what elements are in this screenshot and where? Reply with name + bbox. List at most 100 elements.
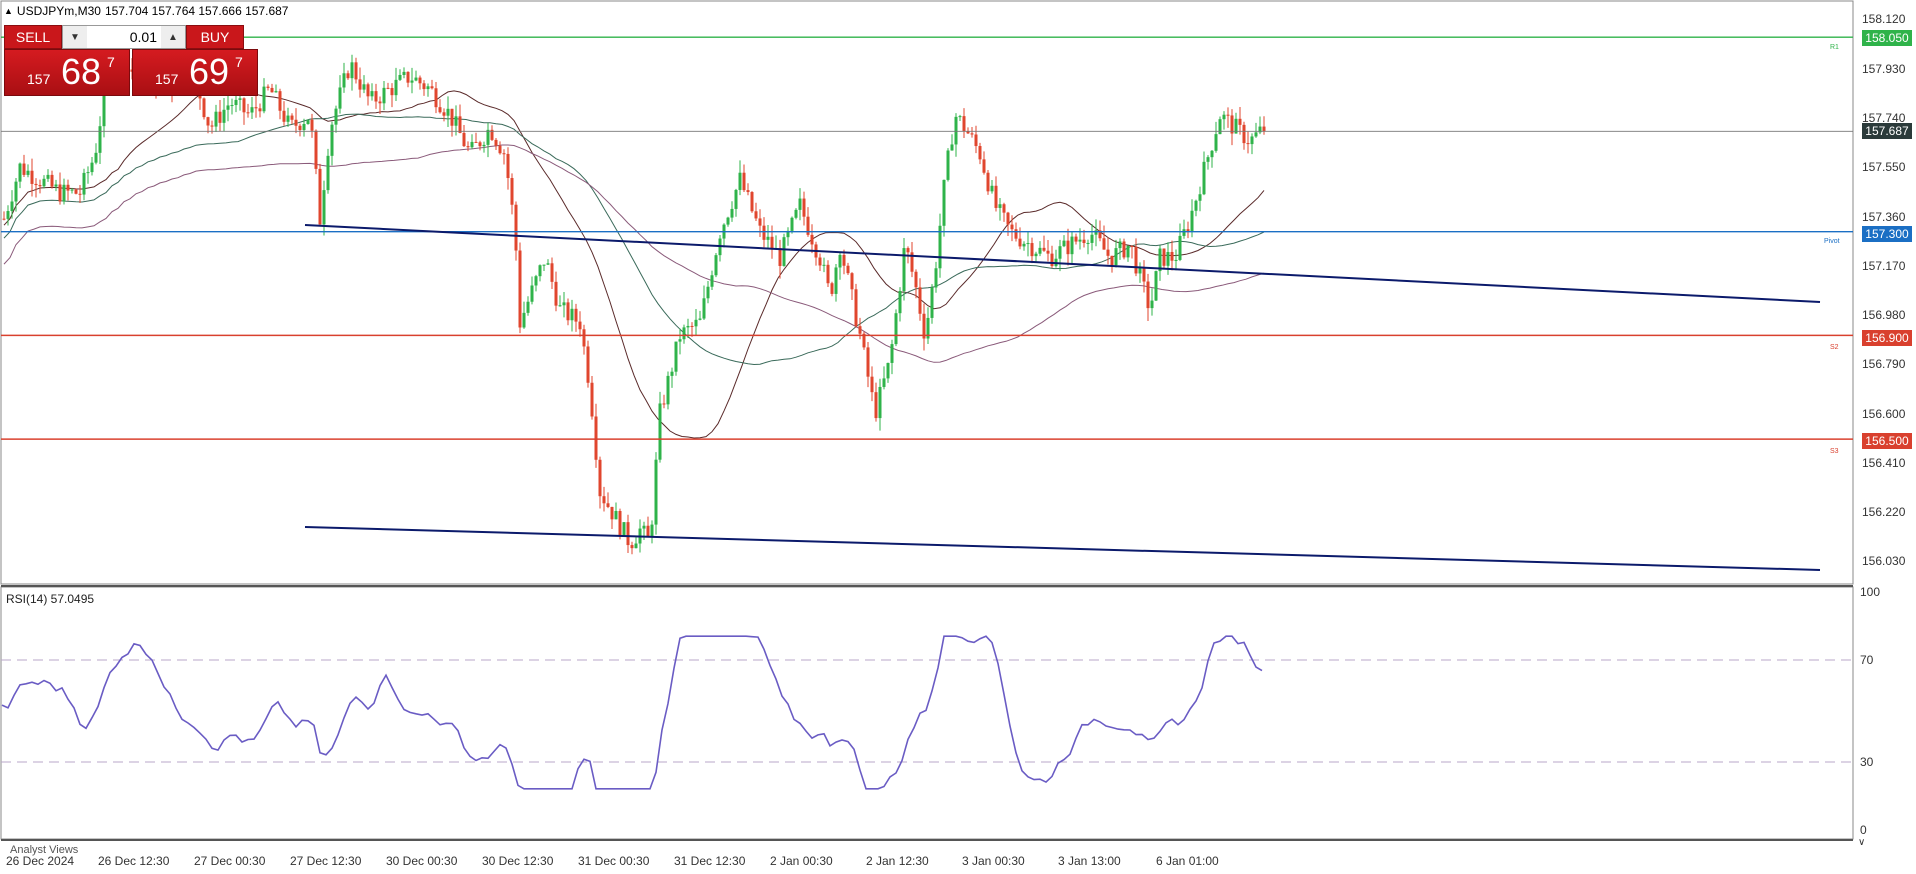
- candle-body: [518, 250, 522, 328]
- sell-button[interactable]: SELL: [4, 25, 62, 49]
- candle-body: [34, 183, 38, 186]
- candle-body: [990, 185, 994, 192]
- time-tick: 30 Dec 12:30: [482, 854, 554, 868]
- candle-body: [450, 108, 454, 126]
- candle-body: [270, 87, 274, 93]
- candle-body: [234, 99, 238, 106]
- candle-body: [426, 86, 430, 90]
- rsi-line: [1, 635, 1263, 790]
- candle-body: [494, 139, 498, 146]
- candle-body: [226, 105, 230, 110]
- candle-body: [1106, 249, 1110, 256]
- one-click-trading-panel: SELL ▼ ▲ BUY 157 68 7 157 69 7: [4, 25, 259, 97]
- candle-body: [674, 341, 678, 372]
- price-tick: 156.600: [1862, 407, 1906, 421]
- candle-body: [262, 86, 266, 112]
- candle-body: [374, 91, 378, 102]
- candle-body: [414, 77, 418, 81]
- candle-body: [542, 264, 546, 266]
- candle-body: [402, 71, 406, 75]
- candle-body: [1242, 124, 1246, 144]
- candle-body: [386, 87, 390, 89]
- candle-body: [610, 506, 614, 520]
- candle-body: [734, 189, 738, 209]
- collapse-icon[interactable]: ▲: [4, 6, 13, 16]
- candle-body: [482, 144, 486, 147]
- candle-body: [746, 190, 750, 193]
- candle-body: [1182, 229, 1186, 236]
- candle-body: [1010, 224, 1014, 230]
- chevron-up-icon[interactable]: ▲: [161, 26, 185, 48]
- candle-body: [782, 237, 786, 266]
- chart-title: ▲ USDJPYm,M30 157.704 157.764 157.666 15…: [4, 4, 288, 18]
- sell-price-big: 68: [61, 51, 102, 92]
- rsi-tick: 100: [1860, 585, 1881, 599]
- scroll-down-icon[interactable]: ∨: [1858, 837, 1865, 848]
- candle-body: [858, 326, 862, 334]
- candle-body: [1050, 253, 1054, 267]
- candle-body: [1018, 238, 1022, 247]
- candle-body: [10, 201, 14, 212]
- candle-body: [974, 134, 978, 147]
- candle-body: [954, 116, 958, 145]
- moving-average-line: [3, 144, 1265, 363]
- candle-body: [1134, 247, 1138, 274]
- buy-price-sup: 7: [235, 54, 243, 70]
- candle-body: [842, 254, 846, 266]
- candle-body: [62, 184, 66, 202]
- candle-body: [406, 71, 410, 83]
- candle-body: [506, 153, 510, 179]
- candle-body: [798, 198, 802, 210]
- candle-body: [94, 152, 98, 163]
- candle-body: [1210, 150, 1214, 158]
- candle-body: [1162, 248, 1166, 266]
- candle-body: [1034, 253, 1038, 257]
- candle-body: [1086, 242, 1090, 244]
- buy-button[interactable]: BUY: [186, 25, 244, 49]
- candle-body: [698, 318, 702, 320]
- candle-body: [578, 321, 582, 330]
- candle-body: [438, 107, 442, 113]
- candle-body: [474, 141, 478, 143]
- candle-body: [534, 276, 538, 286]
- candle-body: [230, 105, 234, 107]
- candle-body: [794, 209, 798, 218]
- candle-body: [778, 248, 782, 266]
- candle-body: [818, 257, 822, 266]
- candle-body: [246, 112, 250, 114]
- candle-body: [1058, 246, 1062, 259]
- candle-body: [354, 62, 358, 80]
- candle-body: [658, 403, 662, 460]
- candle-body: [894, 313, 898, 345]
- candle-body: [26, 170, 30, 175]
- candle-body: [86, 172, 90, 174]
- buy-price-box[interactable]: 157 69 7: [132, 49, 258, 96]
- candle-body: [758, 218, 762, 226]
- price-chart[interactable]: [0, 0, 1916, 874]
- candle-body: [286, 115, 290, 122]
- candle-body: [1218, 119, 1222, 135]
- lot-stepper[interactable]: ▼ ▲: [62, 25, 186, 49]
- candle-body: [74, 189, 78, 194]
- candle-body: [982, 159, 986, 173]
- time-tick: 31 Dec 12:30: [674, 854, 746, 868]
- trendline-lower[interactable]: [304, 526, 1821, 571]
- candle-body: [838, 254, 842, 268]
- chevron-down-icon[interactable]: ▼: [63, 26, 87, 48]
- candle-body: [566, 302, 570, 321]
- candle-body: [1026, 243, 1030, 245]
- candle-body: [766, 236, 770, 240]
- lot-input[interactable]: [87, 26, 161, 48]
- candle-body: [898, 290, 902, 314]
- candle-body: [254, 107, 258, 109]
- candle-body: [430, 86, 434, 89]
- candle-body: [646, 525, 650, 537]
- candle-body: [946, 150, 950, 180]
- candle-body: [466, 146, 470, 148]
- candle-body: [526, 301, 530, 313]
- sell-price-box[interactable]: 157 68 7: [4, 49, 130, 96]
- candle-body: [462, 132, 466, 147]
- candle-body: [1126, 245, 1130, 258]
- candle-body: [418, 77, 422, 84]
- candle-body: [598, 459, 602, 497]
